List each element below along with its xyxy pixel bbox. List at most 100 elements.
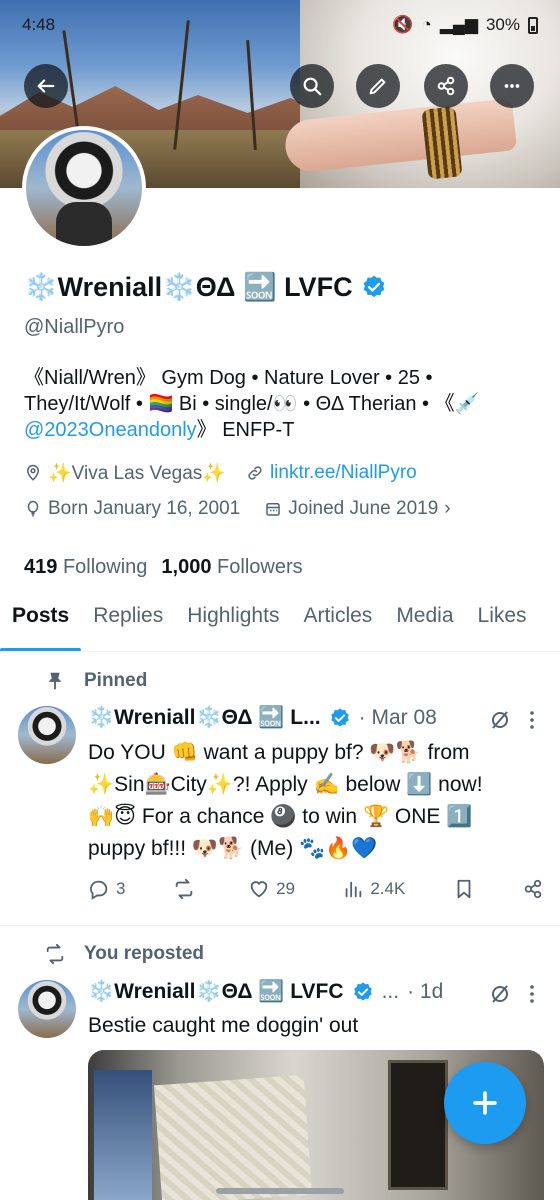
profile-birthday: Born January 16, 2001 (24, 498, 240, 520)
post-author-ellipsis: ... (381, 980, 400, 1003)
post-text: Bestie caught me doggin' out (88, 1010, 528, 1042)
verified-icon[interactable] (361, 274, 387, 300)
profile-joined[interactable]: Joined June 2019 › (264, 498, 451, 520)
calendar-icon (266, 503, 280, 516)
status-bar: 4:48 🔇 ◔ ▂▄▆ 30% (0, 0, 560, 50)
post-text: Do YOU 👊 want a puppy bf? 🐶🐕 from ✨Sin🎰C… (88, 737, 528, 865)
tab-replies[interactable]: Replies (81, 596, 175, 651)
grok-button[interactable] (488, 708, 512, 737)
back-button[interactable] (24, 64, 68, 108)
repost-icon (46, 943, 64, 965)
birthday-text: Born January 16, 2001 (48, 498, 241, 519)
website-text: linktr.ee/NiallPyro (269, 462, 417, 483)
followers-label: Followers (217, 556, 303, 578)
mute-icon: 🔇 (392, 15, 414, 34)
pinned-context: Pinned (44, 670, 147, 692)
following-count: 419 (24, 556, 58, 578)
views-icon (345, 881, 362, 898)
followers-count: 1,000 (161, 556, 212, 578)
context-label: Pinned (84, 670, 148, 691)
share-icon (524, 879, 542, 899)
pencil-icon (369, 78, 386, 95)
share-post-button[interactable] (522, 878, 544, 900)
like-count: 29 (276, 879, 296, 898)
arrow-left-icon (37, 79, 55, 93)
grok-icon (492, 711, 508, 729)
post-header: ❄️Wreniall❄️ΘΔ 🔜 L... · Mar 08 (88, 706, 437, 730)
more-icon (504, 84, 520, 88)
view-count: 2.4K (370, 879, 406, 898)
verified-icon (330, 708, 349, 727)
reply-button[interactable]: 3 (88, 878, 125, 900)
follow-counts: 419 Following 1,000 Followers (24, 556, 303, 579)
post-time[interactable]: · Mar 08 (359, 706, 437, 730)
bio-mention-link[interactable]: @2023Oneandonly (24, 419, 197, 441)
grok-button[interactable] (488, 982, 512, 1011)
reply-icon (90, 880, 108, 900)
search-icon (303, 77, 322, 96)
followers-link[interactable]: 1,000 Followers (161, 556, 302, 579)
location-text: ✨Viva Las Vegas✨ (48, 463, 226, 484)
repost-icon (175, 878, 193, 900)
profile-meta-row-2: Born January 16, 2001 Joined June 2019 › (24, 498, 451, 520)
post-more-button[interactable] (520, 982, 544, 1011)
heart-icon (250, 881, 268, 898)
like-button[interactable]: 29 (248, 878, 295, 900)
search-button[interactable] (290, 64, 334, 108)
joined-text: Joined June 2019 (288, 498, 439, 519)
tab-highlights[interactable]: Highlights (175, 596, 291, 651)
views-button[interactable]: 2.4K (342, 878, 405, 900)
battery-icon (528, 16, 538, 34)
link-icon (248, 466, 262, 480)
post-line: Do YOU 👊 want a puppy bf? 🐶🐕 from (88, 741, 470, 764)
wifi-icon: ◔ (421, 15, 432, 34)
pin-icon (48, 672, 62, 690)
tab-articles[interactable]: Articles (291, 596, 384, 651)
more-vertical-icon (530, 711, 534, 729)
post-line: 🙌😇 For a chance 🎱 to win 🏆 ONE 1️⃣ (88, 805, 473, 828)
battery-percent: 30% (485, 15, 520, 34)
context-label: You reposted (84, 943, 204, 964)
profile-avatar[interactable] (22, 126, 146, 250)
profile-meta-row-1: ✨Viva Las Vegas✨ linktr.ee/NiallPyro (24, 461, 417, 485)
post-actions: 3 29 2.4K (88, 878, 544, 900)
reply-count: 3 (116, 879, 126, 898)
post-more-button[interactable] (520, 708, 544, 737)
more-button[interactable] (490, 64, 534, 108)
bio-line: They/It/Wolf • 🏳️‍🌈 Bi • single/👀 • ΘΔ T… (24, 393, 480, 415)
bookmark-button[interactable] (453, 878, 475, 900)
share-button[interactable] (424, 64, 468, 108)
compose-button[interactable] (444, 1062, 526, 1144)
edit-button[interactable] (356, 64, 400, 108)
share-icon (437, 76, 455, 96)
avatar[interactable] (18, 980, 76, 1038)
post-author-name[interactable]: ❄️Wreniall❄️ΘΔ 🔜 L... (88, 706, 321, 730)
following-link[interactable]: 419 Following (24, 556, 147, 579)
more-vertical-icon (530, 985, 534, 1003)
post-time[interactable]: · 1d (407, 980, 443, 1004)
verified-icon (353, 982, 372, 1001)
profile-location: ✨Viva Las Vegas✨ (24, 461, 226, 485)
plus-icon (473, 1091, 497, 1115)
bookmark-icon (457, 879, 471, 899)
following-label: Following (62, 556, 148, 578)
tab-media[interactable]: Media (384, 596, 465, 651)
avatar[interactable] (18, 706, 76, 764)
post-author-name[interactable]: ❄️Wreniall❄️ΘΔ 🔜 LVFC (88, 980, 344, 1004)
tab-posts[interactable]: Posts (0, 596, 82, 651)
post-header: ❄️Wreniall❄️ΘΔ 🔜 LVFC ... · 1d (88, 980, 443, 1004)
profile-tabs: Posts Replies Highlights Articles Media … (0, 596, 560, 652)
repost-button[interactable] (173, 878, 201, 900)
repost-context: You reposted (44, 943, 204, 965)
home-indicator[interactable] (216, 1188, 344, 1194)
profile-bio: 《Niall/Wren》 Gym Dog • Nature Lover • 25… (24, 365, 544, 443)
signal-icon: ▂▄▆ (439, 15, 478, 34)
divider (0, 925, 560, 926)
tab-likes[interactable]: Likes (466, 596, 539, 651)
profile-website-link[interactable]: linktr.ee/NiallPyro (246, 461, 417, 485)
post-line: Bestie caught me doggin' out (88, 1014, 359, 1037)
bio-line: 《Niall/Wren》 Gym Dog • Nature Lover • 25… (24, 367, 433, 389)
profile-handle: @NiallPyro (24, 316, 125, 338)
location-icon (26, 464, 40, 481)
post-line: ✨Sin🎰City✨?! Apply ✍️ below ⬇️ now! (88, 773, 483, 796)
